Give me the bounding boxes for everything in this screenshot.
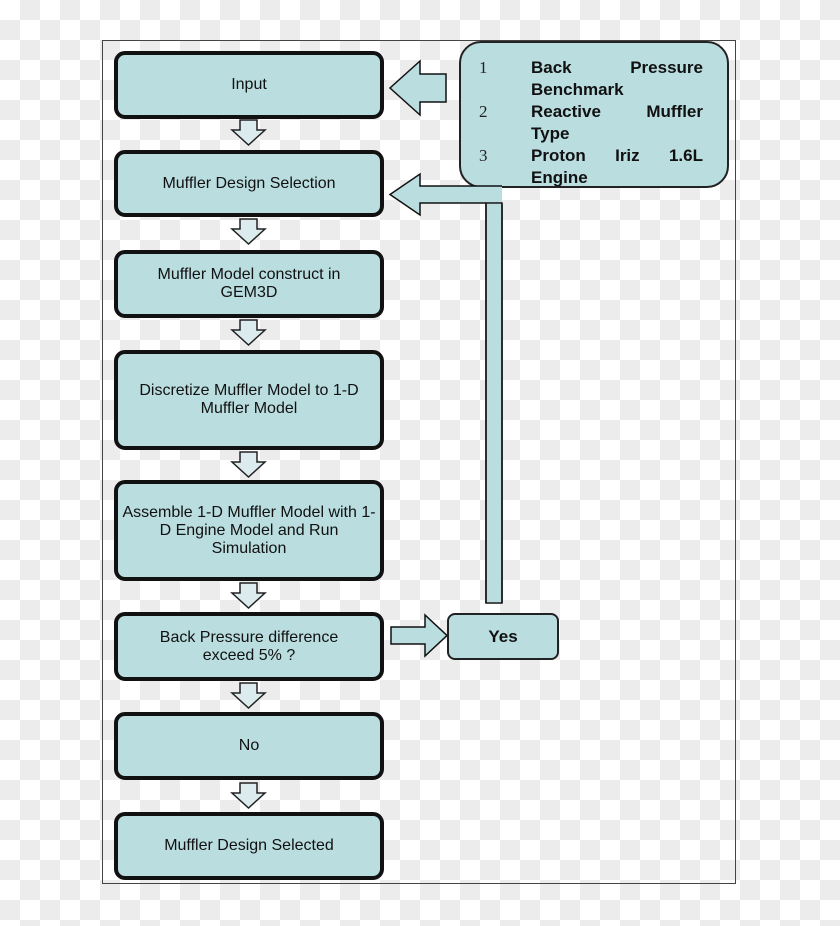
- connectors: [230, 59, 503, 810]
- left-arrow-icon: [388, 59, 447, 117]
- decision-yes: Yes: [447, 613, 559, 660]
- down-arrow-icon: [230, 582, 267, 610]
- down-arrow-icon: [230, 451, 267, 479]
- down-arrow-icon: [230, 119, 267, 147]
- down-arrow-icon: [230, 218, 267, 246]
- return-loop-arrow: [388, 172, 503, 603]
- yes-label: Yes: [488, 626, 518, 646]
- down-arrow-icon: [230, 782, 267, 810]
- down-arrow-icon: [230, 319, 267, 347]
- down-arrow-icon: [230, 682, 267, 710]
- right-arrow-icon: [390, 613, 449, 658]
